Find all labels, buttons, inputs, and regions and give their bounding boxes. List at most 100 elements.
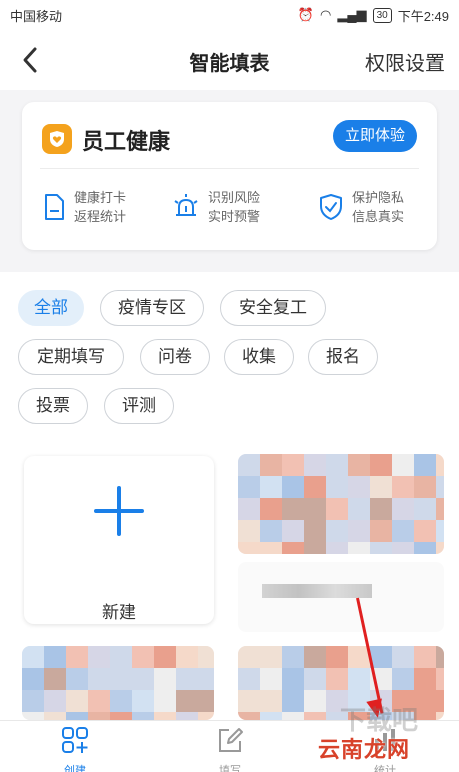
mosaic-cell xyxy=(282,498,304,520)
feature-line: 识别风险 xyxy=(208,190,261,205)
mosaic-cell xyxy=(110,690,132,712)
tag-evaluate[interactable]: 评测 xyxy=(104,388,174,424)
try-now-button[interactable]: 立即体验 xyxy=(332,120,417,152)
tab-fill[interactable]: 填写 xyxy=(190,725,270,772)
feature-risk: 识别风险 实时预警 xyxy=(172,188,260,226)
divider xyxy=(40,168,419,169)
edit-icon xyxy=(219,728,243,752)
mosaic-cell xyxy=(282,668,304,690)
mosaic-cell xyxy=(22,668,44,690)
mosaic-cell xyxy=(260,690,282,712)
mosaic-cell xyxy=(436,498,444,520)
mosaic-cell xyxy=(392,520,414,542)
tab-create[interactable]: 创建 xyxy=(35,725,115,772)
mosaic-cell xyxy=(238,542,260,554)
tag-epidemic[interactable]: 疫情专区 xyxy=(100,290,204,326)
mosaic-cell xyxy=(326,476,348,498)
tag-all[interactable]: 全部 xyxy=(18,290,84,326)
mosaic-cell xyxy=(348,542,370,554)
mosaic-cell xyxy=(304,498,326,520)
mosaic-cell xyxy=(22,690,44,712)
mosaic-cell xyxy=(198,646,214,668)
mosaic-cell xyxy=(436,520,444,542)
mosaic-cell xyxy=(326,498,348,520)
mosaic-cell xyxy=(282,542,304,554)
mosaic-cell xyxy=(304,476,326,498)
mosaic-cell xyxy=(22,712,44,720)
tag-safe-return[interactable]: 安全复工 xyxy=(220,290,326,326)
mosaic-cell xyxy=(436,542,444,554)
mosaic-cell xyxy=(198,690,214,712)
mosaic-cell xyxy=(198,668,214,690)
mosaic-cell xyxy=(282,646,304,668)
mosaic-cell xyxy=(238,476,260,498)
mosaic-cell xyxy=(282,520,304,542)
mosaic-cell xyxy=(260,476,282,498)
mosaic-cell xyxy=(282,712,304,720)
template-thumbnail-blurred[interactable] xyxy=(238,454,444,554)
mosaic-cell xyxy=(414,498,436,520)
template-thumbnail-blurred[interactable] xyxy=(22,646,214,720)
mosaic-cell xyxy=(370,476,392,498)
wifi-icon: ◠ xyxy=(320,7,332,22)
feature-line: 信息真实 xyxy=(352,209,405,224)
mosaic-cell xyxy=(176,668,198,690)
permission-settings-button[interactable]: 权限设置 xyxy=(365,47,445,76)
mosaic-cell xyxy=(392,454,414,476)
tag-survey[interactable]: 问卷 xyxy=(140,339,210,375)
new-form-card[interactable]: 新建 xyxy=(24,456,214,624)
mosaic-cell xyxy=(154,690,176,712)
tab-label: 创建 xyxy=(64,765,86,772)
mosaic-cell xyxy=(392,498,414,520)
mosaic-cell xyxy=(282,690,304,712)
mosaic-cell xyxy=(260,498,282,520)
mosaic-cell xyxy=(392,542,414,554)
mosaic-cell xyxy=(260,542,282,554)
mosaic-cell xyxy=(392,646,414,668)
mosaic-cell xyxy=(326,668,348,690)
new-form-label: 新建 xyxy=(102,603,136,622)
watermark-text: 云南龙网 xyxy=(318,737,411,762)
mosaic-cell xyxy=(238,668,260,690)
tag-periodic[interactable]: 定期填写 xyxy=(18,339,124,375)
mosaic-cell xyxy=(414,520,436,542)
feature-privacy: 保护隐私 信息真实 xyxy=(318,188,404,226)
mosaic-cell xyxy=(88,646,110,668)
mosaic-cell xyxy=(66,712,88,720)
mosaic-cell xyxy=(260,454,282,476)
tag-vote[interactable]: 投票 xyxy=(18,388,88,424)
mosaic-cell xyxy=(304,668,326,690)
nav-bar: 智能填表 权限设置 xyxy=(0,30,459,90)
mosaic-cell xyxy=(436,476,444,498)
mosaic-cell xyxy=(436,454,444,476)
mosaic-cell xyxy=(88,668,110,690)
mosaic-cell xyxy=(436,646,444,668)
mosaic-cell xyxy=(282,454,304,476)
mosaic-cell xyxy=(238,712,260,720)
mosaic-cell xyxy=(238,690,260,712)
mosaic-cell xyxy=(304,520,326,542)
mosaic-cell xyxy=(304,542,326,554)
mosaic-cell xyxy=(260,668,282,690)
mosaic-cell xyxy=(110,712,132,720)
tag-signup[interactable]: 报名 xyxy=(308,339,378,375)
feature-checkin: 健康打卡 返程统计 xyxy=(42,188,126,226)
signal-icon: ▂▄▆ xyxy=(337,7,367,22)
mosaic-cell xyxy=(370,454,392,476)
mosaic-cell xyxy=(154,712,176,720)
mosaic-cell xyxy=(304,712,326,720)
mosaic-cell xyxy=(44,690,66,712)
template-title-blurred xyxy=(262,584,372,598)
employee-health-card[interactable]: 员工健康 立即体验 健康打卡 返程统计 识别风险 实时预警 保护隐私 信息真实 xyxy=(22,102,437,250)
mosaic-cell xyxy=(304,646,326,668)
alarm-icon: ⏰ xyxy=(297,7,314,22)
mosaic-cell xyxy=(44,668,66,690)
alarm-icon xyxy=(174,194,198,216)
health-card-title: 员工健康 xyxy=(82,129,171,154)
mosaic-cell xyxy=(198,712,214,720)
tag-collect[interactable]: 收集 xyxy=(224,339,294,375)
mosaic-cell xyxy=(176,690,198,712)
mosaic-cell xyxy=(326,454,348,476)
mosaic-cell xyxy=(282,476,304,498)
feature-line: 保护隐私 xyxy=(352,190,405,205)
